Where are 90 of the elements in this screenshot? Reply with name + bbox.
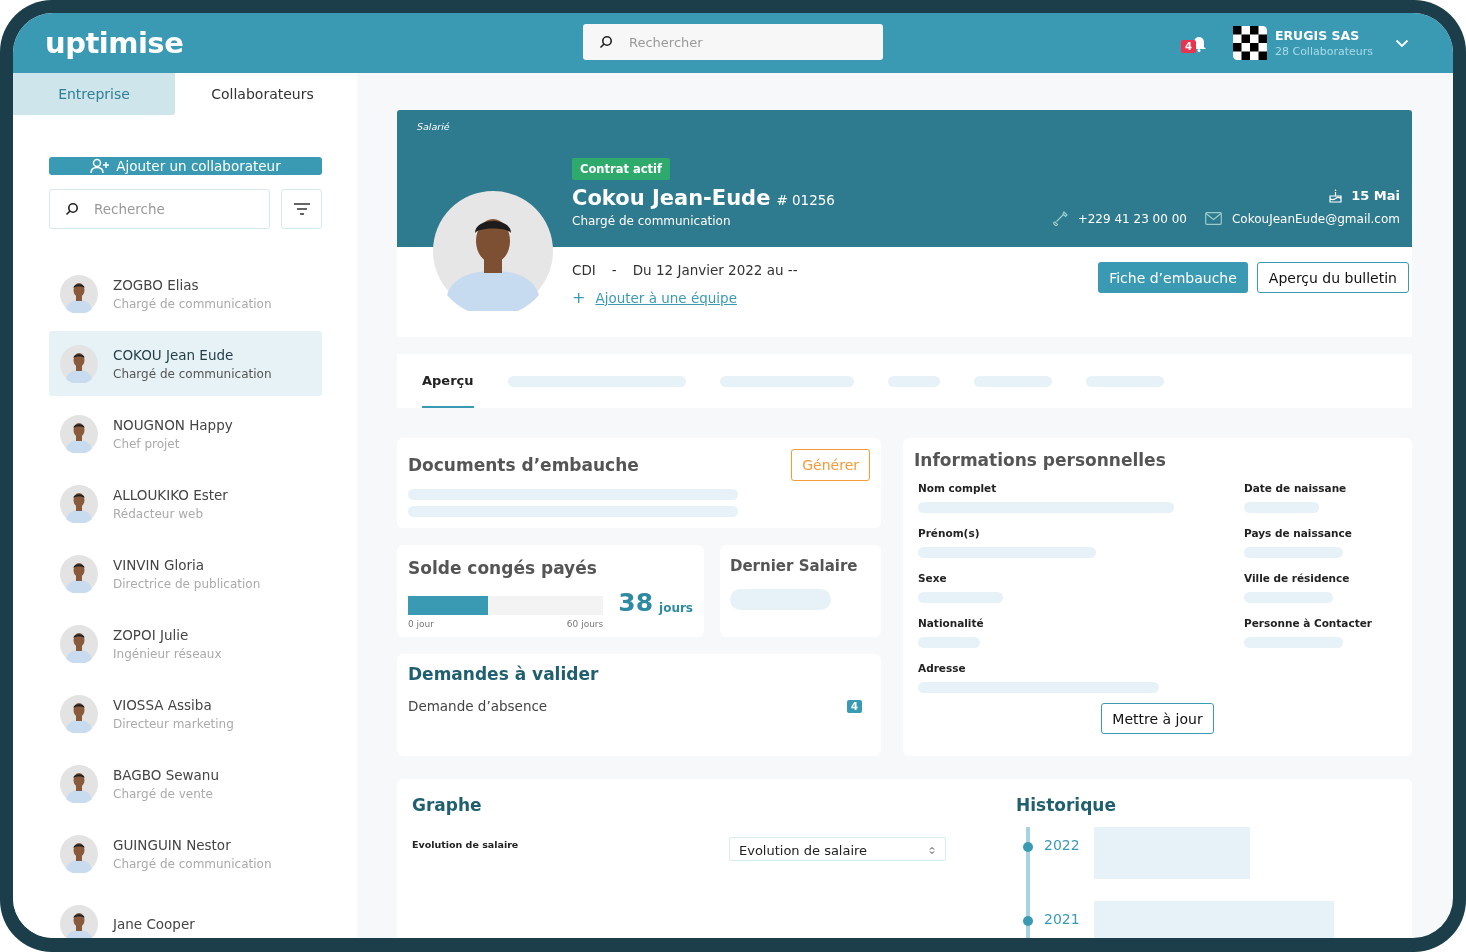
placeholder-bar	[887, 375, 940, 387]
employee-role: Chargé de communication	[113, 296, 272, 311]
employee-role: Chargé de communication	[113, 856, 272, 871]
employee-name: ZOGBO Elias	[113, 276, 200, 293]
separator: -	[611, 262, 617, 278]
employee-item[interactable]: NOUGNON Happy Chef projet	[49, 401, 322, 466]
chart-label: Evolution de salaire	[412, 839, 519, 852]
chart-select[interactable]: Evolution de salaire	[729, 837, 946, 861]
employee-name: GUINGUIN Nestor	[113, 836, 232, 853]
employee-item[interactable]: VINVIN Gloria Directrice de publication	[49, 541, 322, 606]
search-field[interactable]: Recherche	[49, 189, 270, 229]
employee-item[interactable]: ZOGBO Elias Chargé de communication	[49, 261, 322, 326]
employee-item[interactable]: Jane Cooper	[49, 891, 322, 938]
field-label: Nationalité	[918, 617, 985, 629]
search-field[interactable]: Rechercher	[583, 24, 883, 60]
employee-name: Cokou Jean-Eude	[572, 186, 771, 210]
status-label: Salarié	[417, 121, 451, 132]
contract-period: Du 12 Janvier 2022 au --	[632, 262, 798, 278]
employee-role: Directrice de publication	[113, 576, 261, 591]
field-label: Personne à Contacter	[1244, 617, 1372, 629]
logo: uptimise	[45, 26, 184, 60]
request-label: Demande d’absence	[408, 698, 548, 714]
plus-icon: +	[572, 288, 586, 307]
employee-name: BAGBO Sewanu	[113, 766, 219, 783]
leave-value: 38	[618, 590, 654, 615]
employee-item[interactable]: GUINGUIN Nestor Chargé de communication	[49, 821, 322, 886]
employee-role: Chef projet	[113, 436, 181, 451]
employee-item[interactable]: ALLOUKIKO Ester Rédacteur web	[49, 471, 322, 536]
company-subtitle: 28 Collaborateurs	[1274, 45, 1373, 58]
timeline-dot	[1023, 916, 1033, 926]
employee-name: Jane Cooper	[113, 915, 195, 932]
search-icon	[599, 35, 613, 49]
employee-role: Directeur marketing	[113, 716, 234, 731]
notification-badge: 4	[1180, 40, 1196, 53]
max-label: 60 jours	[566, 619, 604, 629]
phone-number: +229 41 23 00 00	[1077, 211, 1187, 226]
employee-id: # 01256	[776, 192, 835, 208]
field-label: Nom complet	[918, 482, 998, 494]
employee-name: NOUGNON Happy	[113, 416, 233, 433]
card-title: Documents d’embauche	[408, 455, 639, 475]
employee-item[interactable]: COKOU Jean Eude Chargé de communication	[49, 331, 322, 396]
update-button[interactable]: Mettre à jour	[1101, 703, 1214, 734]
employee-role: Chargé de communication	[113, 366, 272, 381]
employee-name: ZOPOI Julie	[113, 626, 190, 643]
employee-role: Chargé de vente	[113, 786, 214, 801]
filter-icon	[292, 203, 311, 215]
timeline-dot	[1023, 842, 1033, 852]
search-icon	[65, 202, 79, 216]
employee-item[interactable]: VIOSSA Assiba Directeur marketing	[49, 681, 322, 746]
company-logo	[1232, 26, 1267, 60]
section-title: Graphe	[412, 795, 482, 815]
field-label: Date de naissane	[1244, 482, 1348, 494]
birthday: 15 Mai	[1351, 188, 1400, 203]
content-tab[interactable]: Aperçu	[422, 354, 474, 408]
employee-item[interactable]: ZOPOI Julie Ingénieur réseaux	[49, 611, 322, 676]
count-badge: 4	[847, 699, 862, 713]
field-label: Sexe	[918, 572, 948, 584]
contract-type: CDI	[572, 262, 596, 278]
email-address: CokouJeanEude@gmail.com	[1231, 211, 1400, 226]
cake-icon	[1328, 188, 1344, 203]
min-label: 0 jour	[408, 619, 434, 629]
field-label: Ville de résidence	[1244, 572, 1351, 584]
employee-role: Ingénieur réseaux	[113, 646, 222, 661]
employee-role: Chargé de communication	[572, 214, 731, 228]
year-label: 2021	[1044, 911, 1080, 927]
mail-icon	[1204, 212, 1222, 225]
sort-arrows-icon	[929, 845, 935, 855]
employee-role: Rédacteur web	[113, 506, 204, 521]
employee-name: VINVIN Gloria	[113, 556, 205, 573]
field-label: Pays de naissance	[1244, 527, 1353, 539]
card-title: Informations personnelles	[914, 450, 1167, 470]
employee-name: COKOU Jean Eude	[113, 346, 235, 363]
employee-item[interactable]: BAGBO Sewanu Chargé de vente	[49, 751, 322, 816]
chevron-down-icon[interactable]	[1395, 38, 1409, 48]
employee-name: ALLOUKIKO Ester	[113, 486, 228, 503]
leave-unit: jours	[659, 601, 693, 615]
section-title: Historique	[1016, 795, 1116, 815]
add-person-icon	[90, 158, 111, 174]
card-title: Dernier Salaire	[730, 557, 859, 575]
card-title: Solde congés payés	[408, 558, 597, 578]
company-name: ERUGIS SAS	[1274, 28, 1361, 43]
employee-name: VIOSSA Assiba	[113, 696, 213, 713]
action-button[interactable]: Aperçu du bulletin	[1256, 262, 1409, 293]
contract-badge: Contrat actif	[572, 158, 670, 180]
card-title: Demandes à valider	[408, 664, 599, 684]
placeholder-bar	[918, 637, 980, 648]
filter-button[interactable]	[281, 189, 322, 229]
field-label: Prénom(s)	[918, 527, 981, 539]
year-label: 2022	[1044, 837, 1080, 853]
field-label: Adresse	[918, 662, 967, 674]
